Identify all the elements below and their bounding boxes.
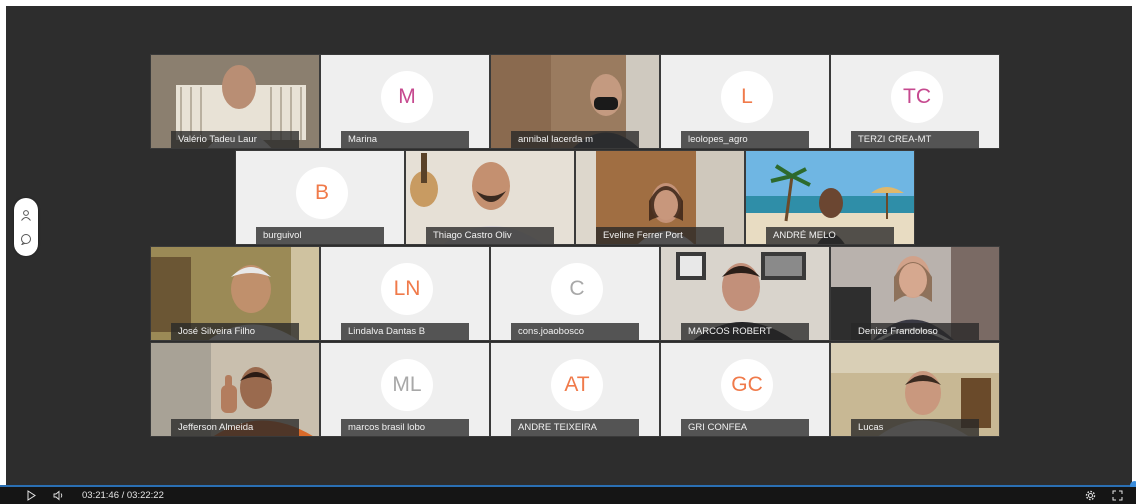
participant-name: GRI CONFEA: [681, 419, 809, 436]
user-icon[interactable]: [20, 209, 32, 221]
participant-avatar: AT: [551, 359, 603, 411]
participant-name: leolopes_agro: [681, 131, 809, 148]
participant-tile: Denize Frandoloso: [830, 246, 1000, 341]
participant-name: cons.joaobosco: [511, 323, 639, 340]
participant-tile: LN Lindalva Dantas B: [320, 246, 490, 341]
participant-name: José Silveira Filho: [171, 323, 299, 340]
participant-avatar: TC: [891, 71, 943, 123]
video-stage[interactable]: Valério Tadeu Laur M Marina annibal lace…: [6, 6, 1132, 485]
participant-name: Jefferson Almeida: [171, 419, 299, 436]
participant-name: Valério Tadeu Laur: [171, 131, 299, 148]
participant-name: Thiago Castro Oliv: [426, 227, 554, 244]
participant-tile: José Silveira Filho: [150, 246, 320, 341]
participant-tile: B burguivol: [235, 150, 405, 245]
participant-avatar: B: [296, 167, 348, 219]
time-display: 03:21:46 / 03:22:22: [82, 490, 164, 501]
player-controls: 03:21:46 / 03:22:22: [0, 487, 1136, 504]
participant-avatar: L: [721, 71, 773, 123]
participant-name: marcos brasil lobo: [341, 419, 469, 436]
settings-icon[interactable]: [1085, 490, 1096, 501]
participant-tile: annibal lacerda m: [490, 54, 660, 149]
side-toolbar: [14, 198, 38, 256]
participant-tile: MARCOS ROBERT: [660, 246, 830, 341]
play-icon[interactable]: [26, 490, 37, 501]
participant-tile: TC TERZI CREA-MT: [830, 54, 1000, 149]
participant-tile: Thiago Castro Oliv: [405, 150, 575, 245]
participant-name: TERZI CREA-MT: [851, 131, 979, 148]
chat-icon[interactable]: [20, 233, 32, 245]
participant-avatar: GC: [721, 359, 773, 411]
participant-name: Marina: [341, 131, 469, 148]
participant-name: Lucas: [851, 419, 979, 436]
participant-tile: Lucas: [830, 342, 1000, 437]
participant-avatar: LN: [381, 263, 433, 315]
participant-name: Denize Frandoloso: [851, 323, 979, 340]
participant-tile: M Marina: [320, 54, 490, 149]
participant-tile: AT ANDRE TEIXEIRA: [490, 342, 660, 437]
participant-avatar: C: [551, 263, 603, 315]
participant-avatar: M: [381, 71, 433, 123]
participant-tile: Valério Tadeu Laur: [150, 54, 320, 149]
participant-avatar: ML: [381, 359, 433, 411]
volume-icon[interactable]: [53, 490, 64, 501]
participant-name: MARCOS ROBERT: [681, 323, 809, 340]
participant-tile: GC GRI CONFEA: [660, 342, 830, 437]
participant-name: Lindalva Dantas B: [341, 323, 469, 340]
participant-name: burguivol: [256, 227, 384, 244]
participant-tile: ANDRÉ MELO: [745, 150, 915, 245]
participant-tile: Jefferson Almeida: [150, 342, 320, 437]
participant-tile: Eveline Ferrer Port: [575, 150, 745, 245]
participant-tile: C cons.joaobosco: [490, 246, 660, 341]
participant-name: ANDRE TEIXEIRA: [511, 419, 639, 436]
participant-name: ANDRÉ MELO: [766, 227, 894, 244]
participant-name: Eveline Ferrer Port: [596, 227, 724, 244]
participant-tile: ML marcos brasil lobo: [320, 342, 490, 437]
participant-name: annibal lacerda m: [511, 131, 639, 148]
participant-tile: L leolopes_agro: [660, 54, 830, 149]
fullscreen-icon[interactable]: [1112, 490, 1123, 501]
